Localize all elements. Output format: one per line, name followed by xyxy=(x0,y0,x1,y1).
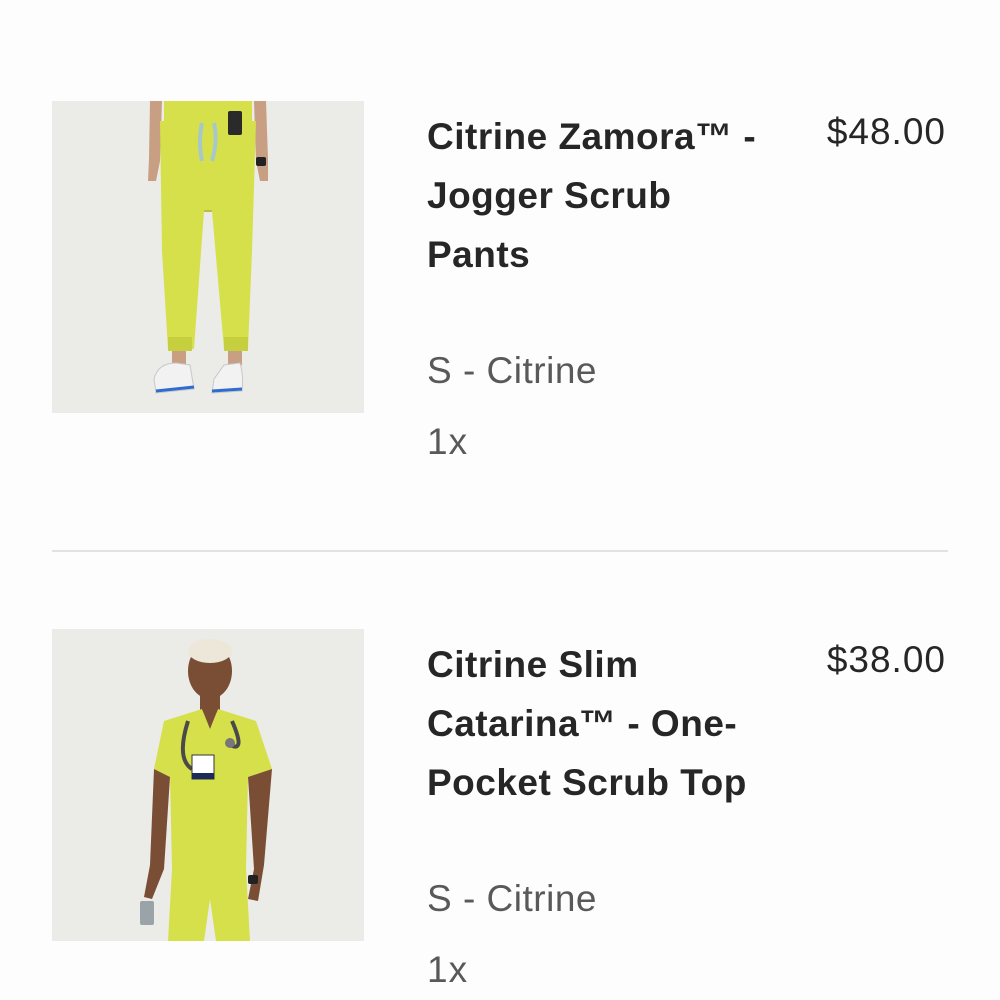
product-price: $48.00 xyxy=(826,111,946,152)
product-quantity: 1x xyxy=(427,421,469,462)
product-image-scrub-top[interactable] xyxy=(52,629,364,941)
product-variant: S - Citrine xyxy=(427,878,597,919)
product-variant: S - Citrine xyxy=(427,350,597,391)
product-title[interactable]: Citrine Slim Catarina™ - One-Pocket Scru… xyxy=(427,635,757,812)
product-image-jogger-pants[interactable] xyxy=(52,101,364,413)
product-price: $38.00 xyxy=(826,639,946,680)
line-item: Citrine Zamora™ - Jogger Scrub Pants $48… xyxy=(52,101,948,501)
product-quantity: 1x xyxy=(427,949,469,990)
item-divider xyxy=(52,550,948,552)
order-items-list: Citrine Zamora™ - Jogger Scrub Pants $48… xyxy=(0,0,1000,1000)
jogger-pants-illustration xyxy=(52,101,364,413)
product-title[interactable]: Citrine Zamora™ - Jogger Scrub Pants xyxy=(427,107,757,284)
line-item: Citrine Slim Catarina™ - One-Pocket Scru… xyxy=(52,629,948,1000)
scrub-top-illustration xyxy=(52,629,364,941)
